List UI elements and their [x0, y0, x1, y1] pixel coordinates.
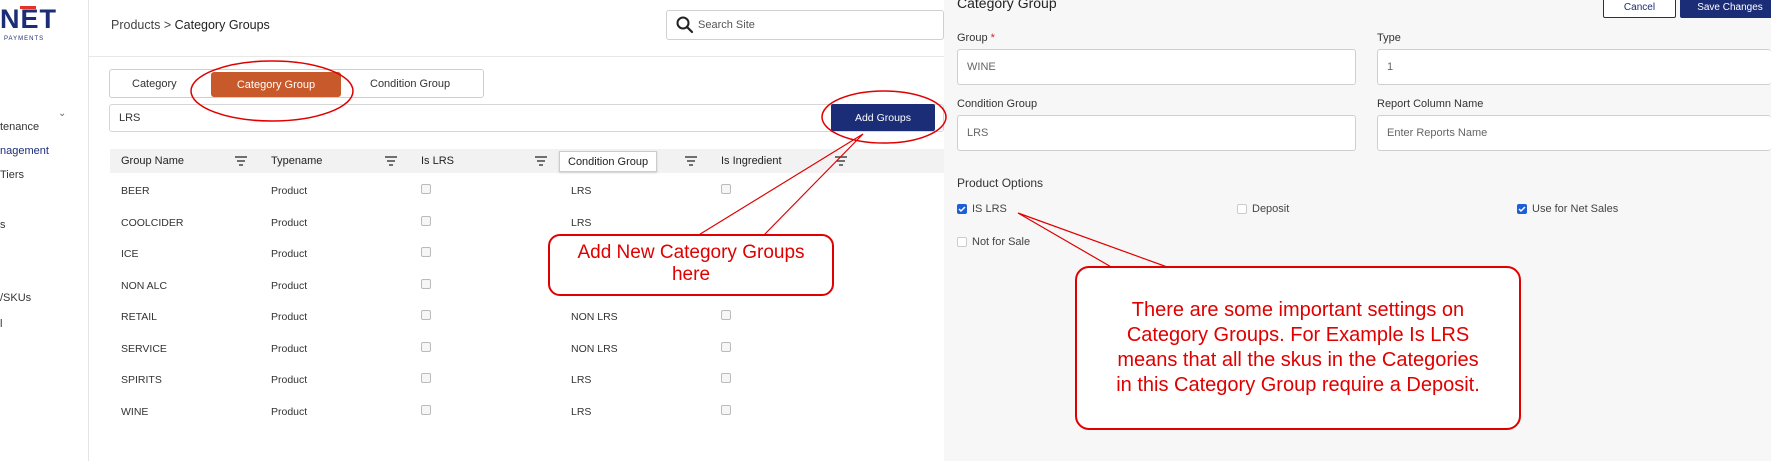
- callout-settings-line1: There are some important settings on: [1131, 299, 1465, 321]
- highlight-ellipse-add-groups: [821, 90, 947, 144]
- callout-settings-line3: means that all the skus in the Categorie…: [1117, 349, 1479, 371]
- pointer-callout-is-lrs: [1017, 212, 1171, 269]
- callout-settings-note: There are some important settings on Cat…: [1075, 266, 1521, 430]
- callout-add-groups-line2: here: [671, 264, 711, 285]
- pointer-callout-add-groups: [696, 133, 864, 237]
- callout-add-groups: Add New Category Groups here: [548, 234, 834, 296]
- highlight-ellipse-category-group: [190, 60, 354, 122]
- callout-add-groups-line1: Add New Category Groups: [577, 242, 805, 263]
- callout-settings-line4: in this Category Group require a Deposit…: [1116, 374, 1480, 396]
- callout-settings-line2: Category Groups. For Example Is LRS: [1126, 324, 1470, 346]
